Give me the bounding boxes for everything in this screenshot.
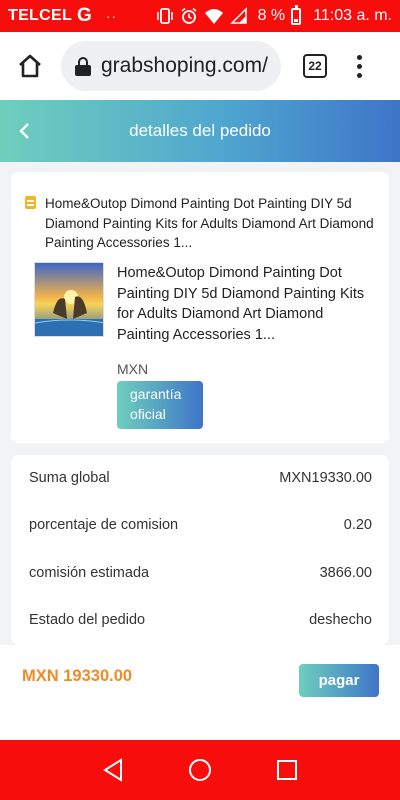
- store-row: Home&Outop Dimond Painting Dot Painting …: [25, 194, 375, 253]
- status-bar: TELCEL G ·· 8 % 11:03 a. m.: [0, 0, 400, 32]
- summary-label: porcentaje de comision: [29, 517, 179, 533]
- address-bar[interactable]: grabshoping.com/: [61, 41, 281, 91]
- summary-row-estimated-commission: comisión estimada 3866.00: [29, 565, 372, 581]
- summary-value: 0.20: [343, 517, 372, 533]
- home-icon: [19, 54, 41, 78]
- official-warranty-badge: garantía oficial: [117, 381, 203, 429]
- pay-button[interactable]: pagar: [299, 664, 379, 697]
- system-navigation-bar: [0, 740, 400, 800]
- circle-home-icon: [188, 759, 211, 781]
- carrier-name: TELCEL: [8, 7, 73, 24]
- page-title: detalles del pedido: [129, 121, 271, 140]
- battery-icon: [291, 4, 302, 25]
- summary-row-total: Suma global MXN19330.00: [29, 470, 372, 486]
- signal-icon: [229, 7, 247, 24]
- notification-dots: ··: [105, 8, 118, 24]
- lock-icon: [75, 57, 91, 76]
- product-card: Home&Outop Dimond Painting Dot Painting …: [11, 172, 389, 443]
- vibrate-icon: [156, 8, 173, 24]
- total-amount: MXN 19330.00: [22, 667, 133, 685]
- chevron-left-icon: [19, 123, 29, 139]
- product-price: MXN: [117, 361, 149, 377]
- back-button[interactable]: [10, 116, 40, 146]
- summary-label: Estado del pedido: [29, 612, 146, 628]
- store-name: Home&Outop Dimond Painting Dot Painting …: [45, 196, 374, 250]
- square-recents-icon: [276, 760, 297, 780]
- order-summary-card: Suma global MXN19330.00 porcentaje de co…: [11, 455, 389, 645]
- summary-label: Suma global: [29, 470, 110, 486]
- back-nav-button[interactable]: [98, 755, 128, 785]
- summary-row-order-status: Estado del pedido deshecho: [29, 612, 372, 628]
- alarm-icon: [181, 7, 197, 24]
- summary-row-commission-rate: porcentaje de comision 0.20: [29, 517, 372, 533]
- tab-switcher-button[interactable]: 22: [303, 54, 327, 78]
- store-icon: [25, 196, 36, 209]
- wifi-icon: [204, 9, 223, 24]
- home-nav-button[interactable]: [185, 755, 215, 785]
- more-menu-icon[interactable]: [355, 54, 363, 78]
- triangle-back-icon: [103, 758, 123, 782]
- payment-bar: MXN 19330.00 pagar: [0, 645, 400, 740]
- page-header: detalles del pedido: [0, 100, 400, 162]
- summary-value: 3866.00: [319, 565, 372, 581]
- product-info: Home&Outop Dimond Painting Dot Painting …: [117, 263, 377, 377]
- product-title: Home&Outop Dimond Painting Dot Painting …: [117, 265, 365, 343]
- order-status-value: deshecho: [309, 612, 372, 628]
- summary-value: MXN19330.00: [279, 470, 372, 486]
- clock: 11:03 a. m.: [313, 7, 392, 24]
- product-image: [34, 262, 104, 337]
- home-button[interactable]: [6, 42, 54, 90]
- browser-toolbar: grabshoping.com/ 22: [0, 32, 400, 100]
- battery-percent: 8 %: [257, 7, 286, 24]
- url-text: grabshoping.com/: [101, 54, 268, 77]
- recents-nav-button[interactable]: [272, 755, 302, 785]
- summary-label: comisión estimada: [29, 565, 150, 581]
- network-type: G: [77, 5, 92, 26]
